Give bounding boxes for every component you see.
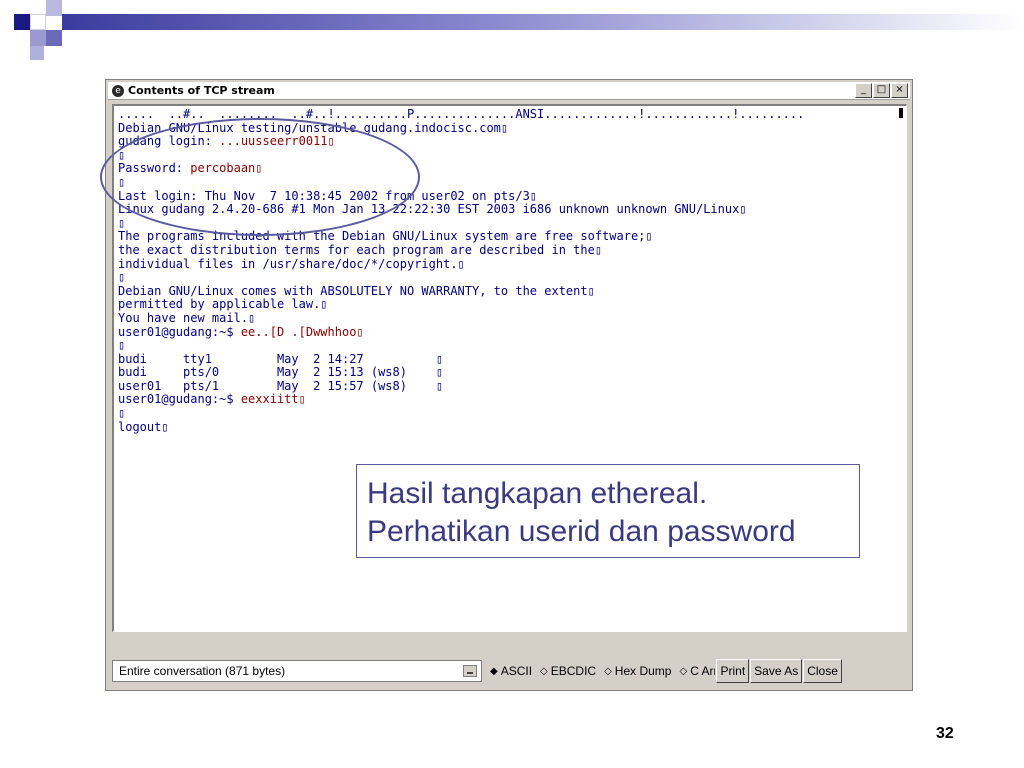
maximize-button[interactable]: □ (873, 83, 890, 98)
page-number: 32 (936, 725, 954, 742)
stream-text: ▯ (118, 406, 126, 421)
radio-unselected-icon: ◇ (540, 665, 548, 677)
stream-text: individual files in /usr/share/doc/*/cop… (118, 256, 465, 271)
stream-line: ▯ (118, 216, 125, 230)
stream-text: user01 pts/1 May 2 15:57 (ws8) ▯ (118, 378, 444, 393)
stream-line: permitted by applicable law.▯ (118, 297, 328, 312)
stream-text: the exact distribution terms for each pr… (118, 242, 603, 257)
stream-line: ▯ (118, 338, 125, 352)
stream-line: individual files in /usr/share/doc/*/cop… (118, 257, 465, 271)
stream-line: ▯ (118, 270, 125, 284)
window-controls: _ □ × (855, 83, 908, 98)
annotation-callout: Hasil tangkapan ethereal. Perhatikan use… (356, 464, 860, 558)
stream-line: budi tty1 May 2 14:27 ▯ (118, 352, 443, 366)
minimize-button[interactable]: _ (855, 83, 872, 98)
stream-text: ▯ (118, 270, 126, 285)
radio-label: C Arrays (690, 664, 715, 678)
title-gradient-bar (62, 14, 1024, 30)
save-as-button[interactable]: Save As (750, 659, 803, 683)
stream-text: You have new mail.▯ (118, 310, 256, 325)
stream-text: logout▯ (118, 419, 169, 434)
print-button[interactable]: Print (716, 659, 750, 683)
stream-line: logout▯ (118, 420, 169, 434)
radio-c-arrays[interactable]: ◇ C Arrays (679, 664, 715, 678)
radio-label: ASCII (500, 664, 533, 678)
close-button[interactable]: Close (803, 659, 842, 683)
radio-hex-dump[interactable]: ◇ Hex Dump (604, 664, 671, 678)
window-title: Contents of TCP stream (128, 84, 275, 97)
radio-label: Hex Dump (614, 664, 672, 678)
conversation-select-value: Entire conversation (871 bytes) (119, 664, 286, 678)
close-window-button[interactable]: × (891, 83, 908, 98)
stream-line: the exact distribution terms for each pr… (118, 243, 602, 257)
window-titlebar[interactable]: e Contents of TCP stream _ □ × (108, 82, 910, 100)
highlight-ellipse (100, 118, 420, 236)
stream-line: user01@gudang:~$ eexxiitt▯ (118, 392, 306, 407)
stream-client-text: eexxiitt▯ (240, 392, 306, 407)
annotation-line-2: Perhatikan userid dan password (367, 515, 796, 548)
stream-line: You have new mail.▯ (118, 311, 255, 325)
stream-text: ▯ (118, 338, 126, 353)
stream-text: Debian GNU/Linux comes with ABSOLUTELY N… (118, 283, 595, 298)
stream-text: permitted by applicable law.▯ (118, 297, 328, 312)
stream-line: ▯ (118, 406, 125, 420)
stream-text: user01@gudang:~$ (118, 392, 241, 407)
stream-text: user01@gudang:~$ (118, 324, 241, 339)
ethereal-icon: e (112, 84, 124, 97)
conversation-select[interactable]: Entire conversation (871 bytes) (112, 660, 482, 682)
radio-label: EBCDIC (550, 664, 597, 678)
radio-unselected-icon: ◇ (604, 665, 612, 677)
annotation-line-1: Hasil tangkapan ethereal. (367, 477, 708, 510)
stream-line: user01@gudang:~$ ee..[D .[Dwwhhoo▯ (118, 325, 364, 339)
radio-unselected-icon: ◇ (679, 665, 688, 677)
stream-text: budi pts/0 May 2 15:13 (ws8) ▯ (118, 365, 444, 380)
stream-line: Debian GNU/Linux comes with ABSOLUTELY N… (118, 284, 595, 298)
stream-controls: Entire conversation (871 bytes) ◆ ASCII … (112, 657, 910, 685)
stream-line: user01 pts/1 May 2 15:57 (ws8) ▯ (118, 379, 443, 393)
radio-ebcdic[interactable]: ◇ EBCDIC (540, 664, 596, 678)
radio-ascii[interactable]: ◆ ASCII (490, 664, 532, 678)
radio-selected-icon: ◆ (490, 665, 498, 677)
stream-text: ▯ (118, 215, 126, 230)
stream-line: budi pts/0 May 2 15:13 (ws8) ▯ (118, 365, 443, 379)
stream-text: budi tty1 May 2 14:27 ▯ (118, 351, 444, 366)
dropdown-icon[interactable] (463, 665, 477, 677)
scrollbar[interactable] (899, 108, 903, 118)
stream-client-text: ee..[D .[Dwwhhoo▯ (240, 324, 364, 339)
